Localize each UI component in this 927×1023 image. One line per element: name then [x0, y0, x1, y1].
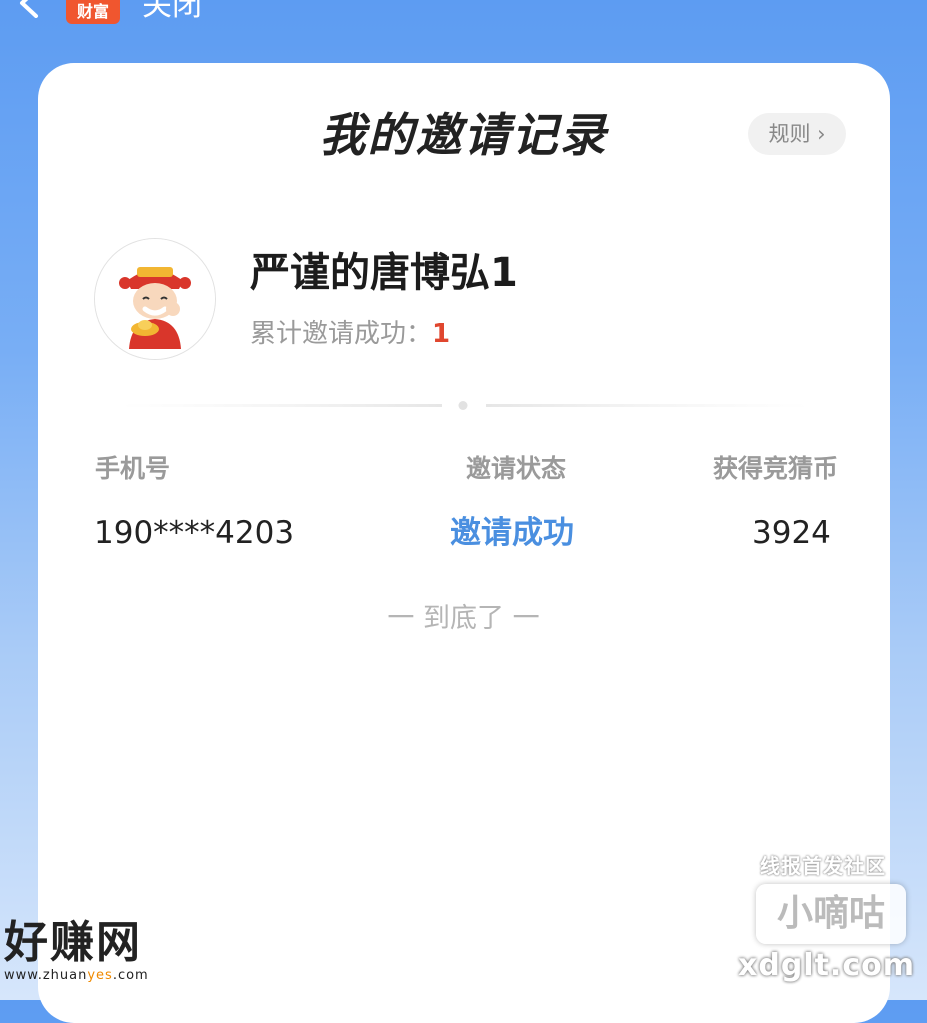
watermark-right-logo: 小嘀咕: [756, 884, 906, 944]
cell-coins: 3924: [752, 515, 831, 551]
column-header-phone: 手机号: [95, 454, 171, 483]
stat-value: 1: [432, 319, 451, 349]
username: 严谨的唐博弘1: [250, 250, 518, 296]
stat-label: 累计邀请成功：: [250, 319, 433, 349]
column-header-status: 邀请状态: [466, 454, 567, 483]
column-header-coins: 获得竞猜币: [713, 454, 839, 483]
watermark-right-caption: 线报首发社区: [760, 854, 886, 878]
watermark-right-url: xdglt.com: [738, 948, 915, 983]
watermark-left-url: www.zhuanyes.com: [4, 968, 149, 983]
close-button[interactable]: 关闭: [142, 0, 202, 26]
end-of-list-text: 一 到底了 一: [387, 603, 540, 634]
watermark-left-title: 好赚网: [4, 917, 142, 968]
cell-status: 邀请成功: [450, 515, 574, 551]
invite-success-stat: 累计邀请成功：1: [250, 314, 450, 354]
rules-button[interactable]: 规则 ›: [748, 113, 846, 155]
cell-phone: 190****4203: [94, 515, 295, 551]
fortune-god-avatar-icon: [95, 239, 215, 359]
watermark-left: 好赚网 www.zhuanyes.com: [4, 918, 204, 984]
section-divider: [120, 401, 810, 410]
back-chevron-icon[interactable]: [14, 0, 44, 18]
app-badge: 财富: [66, 0, 120, 24]
avatar: [94, 238, 216, 360]
top-bar: 财富 关闭: [0, 0, 927, 60]
